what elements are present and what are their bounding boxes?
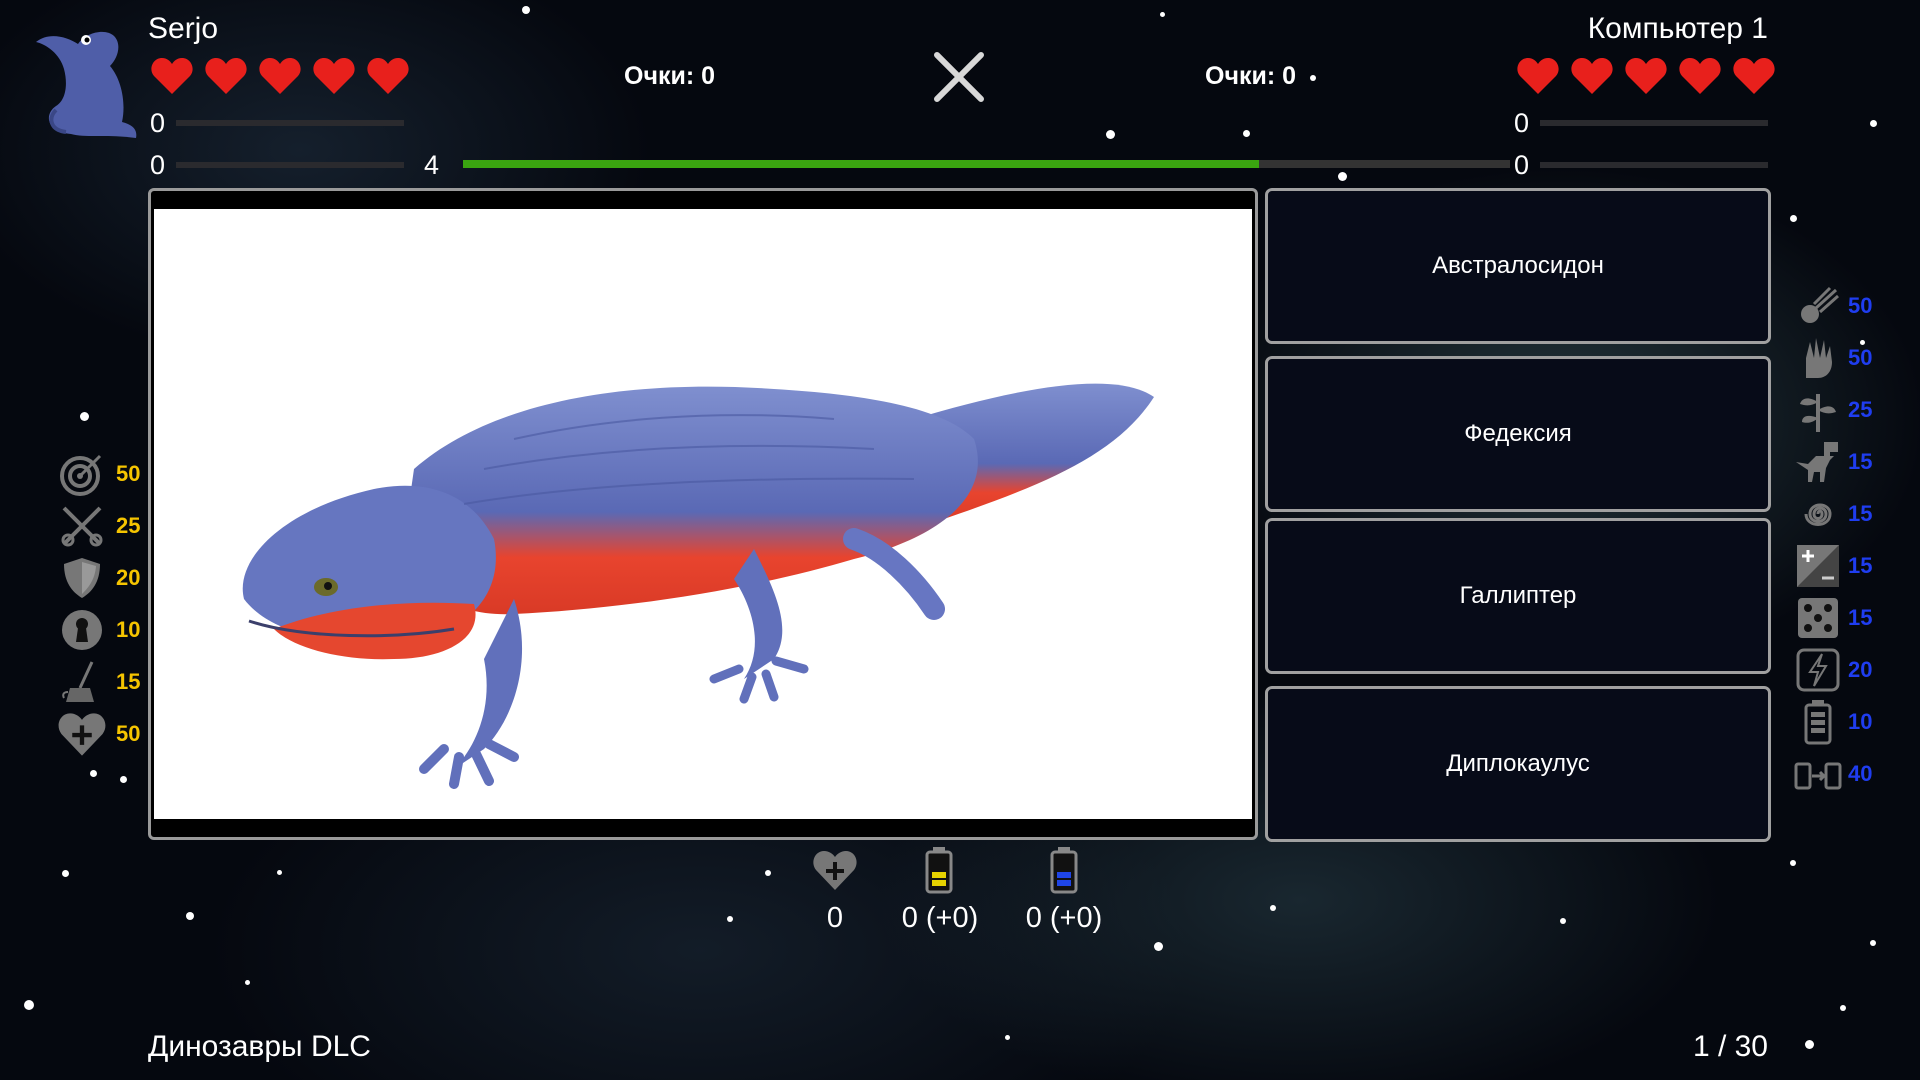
right-bonus-plant[interactable]: 25 bbox=[1794, 386, 1904, 434]
battery-transfer-icon bbox=[1794, 762, 1842, 790]
heart-icon bbox=[367, 58, 409, 94]
answer-button-1[interactable]: Австралосидон bbox=[1265, 188, 1771, 344]
lives-bonus-count: 0 bbox=[826, 902, 844, 934]
timeline-fill bbox=[463, 160, 1259, 168]
right-bonus-value: 10 bbox=[1848, 709, 1873, 734]
target-icon bbox=[60, 454, 102, 496]
left-bonus-value: 15 bbox=[116, 669, 141, 694]
player-score: Очки: 0 bbox=[624, 62, 716, 90]
blue-energy-count: 0 (+0) bbox=[1025, 902, 1103, 934]
left-bonus-target[interactable]: 50 bbox=[56, 450, 166, 498]
lightning-icon bbox=[1796, 648, 1840, 692]
player-name: Serjo bbox=[148, 12, 219, 45]
heart-plus-icon bbox=[58, 713, 106, 756]
right-bonus-dinosaur[interactable]: 15 bbox=[1794, 438, 1904, 486]
heart-plus-icon bbox=[813, 851, 857, 890]
player-hearts bbox=[150, 56, 410, 96]
pack-name: Динозавры DLC bbox=[148, 1030, 371, 1063]
broom-icon bbox=[62, 661, 94, 702]
heart-icon bbox=[1571, 58, 1613, 94]
close-icon[interactable] bbox=[932, 50, 986, 104]
heart-icon bbox=[205, 58, 247, 94]
answer-button-4[interactable]: Диплокаулус bbox=[1265, 686, 1771, 842]
opponent-score: Очки: 0 bbox=[1205, 62, 1297, 90]
player-stat-bottom-bar bbox=[176, 162, 404, 168]
hand-icon bbox=[1806, 338, 1832, 378]
question-counter: 1 / 30 bbox=[1692, 1030, 1768, 1063]
yellow-energy-count: 0 (+0) bbox=[901, 902, 979, 934]
right-bonus-value: 50 bbox=[1848, 345, 1873, 370]
plant-icon bbox=[1800, 394, 1836, 432]
right-bonus-meteor[interactable]: 50 bbox=[1794, 282, 1904, 330]
shield-icon bbox=[64, 558, 100, 598]
opponent-hearts bbox=[1516, 56, 1776, 96]
player-avatar bbox=[36, 31, 137, 138]
right-bonus-value: 40 bbox=[1848, 761, 1873, 786]
opponent-stat-top-bar bbox=[1540, 120, 1768, 126]
heart-icon bbox=[1733, 58, 1775, 94]
battery-icon bbox=[1804, 700, 1832, 745]
opponent-stat-bottom: 0 bbox=[1514, 150, 1530, 180]
heart-icon bbox=[1625, 58, 1667, 94]
answer-button-2[interactable]: Федексия bbox=[1265, 356, 1771, 512]
left-bonus-value: 50 bbox=[116, 461, 141, 486]
heart-icon bbox=[313, 58, 355, 94]
keyhole-icon bbox=[62, 610, 102, 650]
dinosaur-icon bbox=[1796, 442, 1838, 482]
round-counter: 4 bbox=[424, 150, 440, 180]
right-bonus-plus-minus[interactable]: 15 bbox=[1794, 542, 1904, 590]
opponent-name: Компьютер 1 bbox=[1587, 12, 1768, 45]
right-bonus-spiral[interactable]: 15 bbox=[1794, 490, 1904, 538]
right-bonus-battery-transfer[interactable]: 40 bbox=[1794, 750, 1904, 798]
left-bonus-broom[interactable]: 15 bbox=[56, 658, 166, 706]
left-bonus-value: 20 bbox=[116, 565, 141, 590]
player-stat-top: 0 bbox=[150, 108, 166, 138]
spiral-icon bbox=[1804, 503, 1832, 526]
right-bonus-value: 50 bbox=[1848, 293, 1873, 318]
right-bonus-dice[interactable]: 15 bbox=[1794, 594, 1904, 642]
opponent-stat-bottom-bar bbox=[1540, 162, 1768, 168]
right-bonus-lightning[interactable]: 20 bbox=[1794, 646, 1904, 694]
right-bonus-value: 20 bbox=[1848, 657, 1873, 682]
right-bonus-value: 15 bbox=[1848, 605, 1873, 630]
crossed-swords-icon bbox=[61, 506, 103, 547]
right-bonus-value: 25 bbox=[1848, 397, 1873, 422]
left-bonus-value: 25 bbox=[116, 513, 141, 538]
player-stat-top-bar bbox=[176, 120, 404, 126]
heart-icon bbox=[259, 58, 301, 94]
right-bonus-value: 15 bbox=[1848, 553, 1873, 578]
right-bonus-value: 15 bbox=[1848, 501, 1873, 526]
question-image-panel bbox=[148, 188, 1258, 840]
right-bonus-hand[interactable]: 50 bbox=[1794, 334, 1904, 382]
left-bonus-keyhole[interactable]: 10 bbox=[56, 606, 166, 654]
heart-icon bbox=[1517, 58, 1559, 94]
plus-minus-icon bbox=[1797, 545, 1839, 587]
opponent-stat-top: 0 bbox=[1514, 108, 1530, 138]
blue-battery-icon bbox=[1050, 847, 1078, 894]
left-bonus-swords[interactable]: 25 bbox=[56, 502, 166, 550]
creature-illustration bbox=[242, 383, 1154, 789]
right-bonus-value: 15 bbox=[1848, 449, 1873, 474]
heart-icon bbox=[1679, 58, 1721, 94]
yellow-battery-icon bbox=[925, 847, 953, 894]
right-bonus-battery[interactable]: 10 bbox=[1794, 698, 1904, 746]
left-bonus-shield[interactable]: 20 bbox=[56, 554, 166, 602]
heart-icon bbox=[151, 58, 193, 94]
left-bonus-value: 10 bbox=[116, 617, 141, 642]
answer-button-3[interactable]: Галлиптер bbox=[1265, 518, 1771, 674]
left-bonus-value: 50 bbox=[116, 721, 141, 746]
meteor-icon bbox=[1801, 286, 1839, 323]
player-stat-bottom: 0 bbox=[150, 150, 166, 180]
dice-icon bbox=[1798, 598, 1838, 638]
left-bonus-heart[interactable]: 50 bbox=[56, 710, 166, 758]
